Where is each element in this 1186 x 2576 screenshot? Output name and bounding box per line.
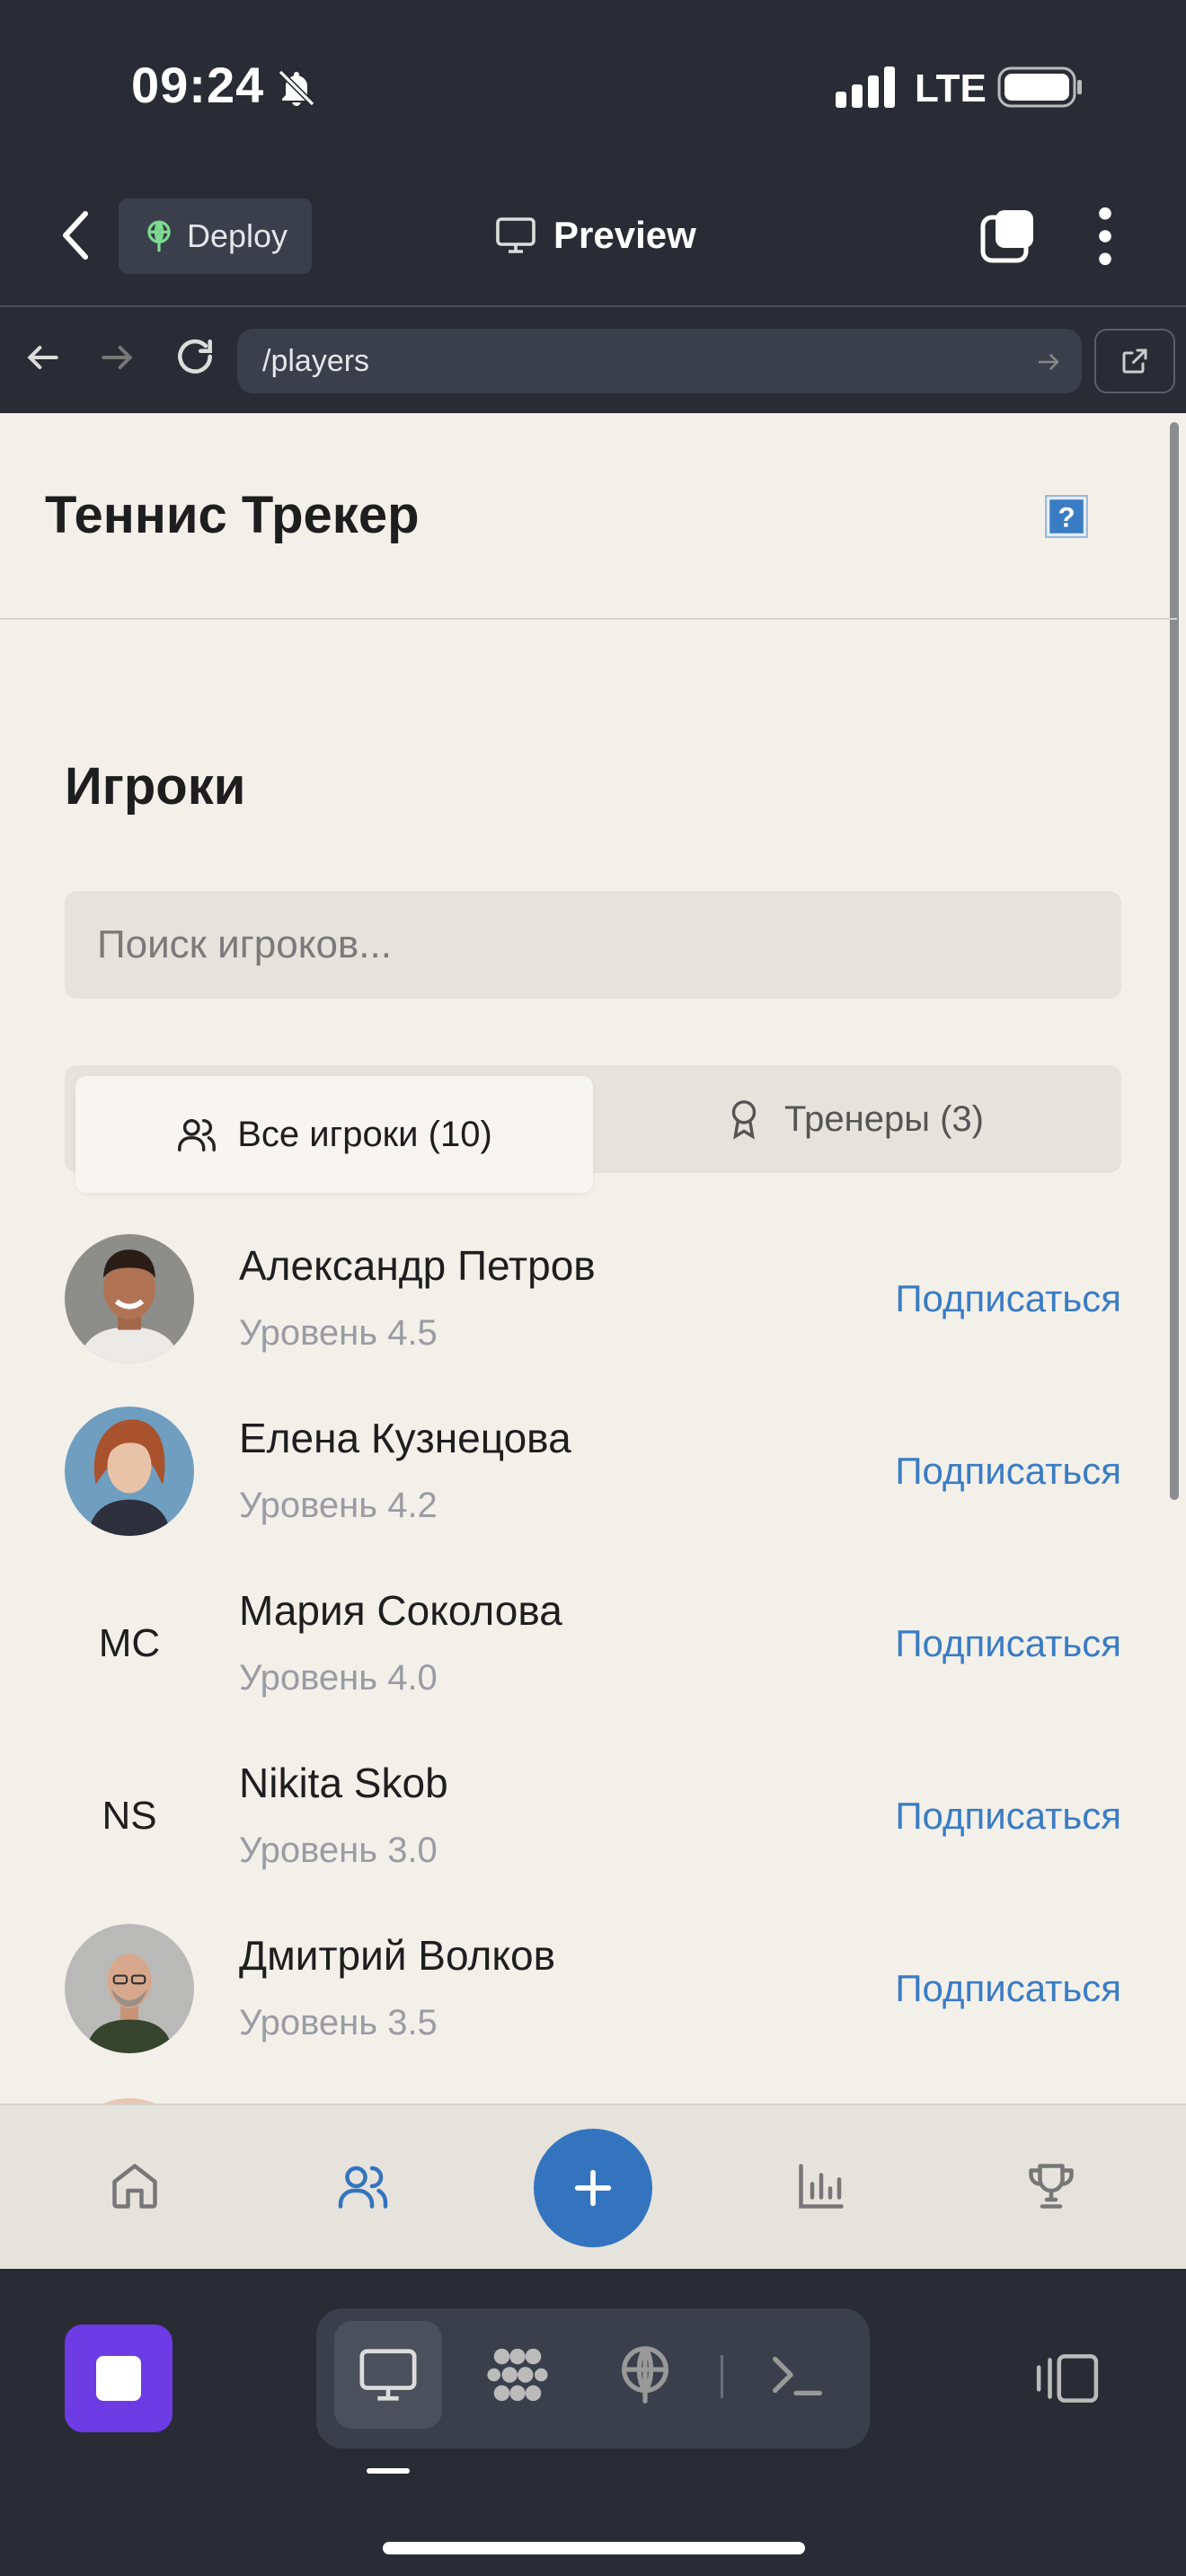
- stop-button[interactable]: [65, 2325, 173, 2432]
- tab-coaches-label: Тренеры (3): [783, 1098, 984, 1139]
- more-vertical-icon[interactable]: [1087, 205, 1123, 268]
- status-bar: 09:24 LTE: [0, 0, 1186, 171]
- subscribe-button[interactable]: Подписаться: [895, 1277, 1121, 1320]
- bell-off-icon: [278, 69, 315, 107]
- subscribe-button[interactable]: Подписаться: [895, 1622, 1121, 1665]
- avatar: [65, 1924, 194, 2053]
- help-icon[interactable]: ?: [1044, 494, 1089, 539]
- chevron-left-icon[interactable]: [54, 208, 99, 262]
- editor-dock: [0, 2269, 1186, 2576]
- app-title: Теннис Трекер: [45, 486, 420, 544]
- subscribe-button[interactable]: Подписаться: [895, 1795, 1121, 1838]
- editor-toolbar: Deploy Preview: [0, 171, 1186, 305]
- player-level: Уровень 4.0: [239, 1658, 438, 1698]
- player-name: Александр Петров: [239, 1242, 596, 1289]
- users-icon[interactable]: [336, 2159, 390, 2213]
- deploy-icon: [622, 2346, 668, 2404]
- preview-label: Preview: [553, 214, 696, 256]
- console-icon: [773, 2356, 822, 2396]
- url-input[interactable]: /players: [237, 329, 1082, 393]
- mode-console-button[interactable]: [742, 2321, 850, 2429]
- home-indicator[interactable]: [383, 2542, 805, 2554]
- app-viewport: Теннис Трекер ? Игроки Все игроки (10) Т…: [0, 413, 1186, 2269]
- avatar: [65, 1234, 194, 1363]
- player-row[interactable]: NS Nikita Skob Уровень 3.0 Подписаться: [65, 1751, 1121, 1886]
- home-icon[interactable]: [108, 2159, 162, 2213]
- player-level: Уровень 4.2: [239, 1486, 438, 1525]
- active-mode-indicator: [367, 2468, 410, 2474]
- player-row[interactable]: МС Мария Соколова Уровень 4.0 Подписатьс…: [65, 1579, 1121, 1714]
- tabs-icon[interactable]: [979, 207, 1037, 264]
- subscribe-button[interactable]: Подписаться: [895, 1967, 1121, 2010]
- search-input[interactable]: [65, 891, 1121, 999]
- status-time: 09:24: [131, 57, 265, 113]
- mode-desktop-button[interactable]: [334, 2321, 442, 2429]
- arrow-right-icon[interactable]: [97, 338, 137, 377]
- ai-agent-icon: [487, 2348, 548, 2402]
- tab-all-players-label: Все игроки (10): [237, 1114, 492, 1154]
- deploy-label: Deploy: [187, 217, 288, 254]
- reload-icon[interactable]: [173, 334, 217, 379]
- panels-icon[interactable]: [1033, 2350, 1100, 2407]
- tab-coaches[interactable]: Тренеры (3): [595, 1076, 1112, 1162]
- add-button[interactable]: [534, 2129, 652, 2247]
- player-name: Мария Соколова: [239, 1587, 562, 1634]
- arrow-left-icon[interactable]: [23, 338, 63, 377]
- deploy-icon: [147, 220, 171, 252]
- bottom-nav: [0, 2104, 1186, 2269]
- plus-icon: [574, 2169, 612, 2207]
- svg-text:?: ?: [1058, 501, 1075, 533]
- player-tabs: Все игроки (10) Тренеры (3): [65, 1065, 1121, 1193]
- app-header: Теннис Трекер ?: [0, 413, 1177, 620]
- player-name: Nikita Skob: [239, 1760, 448, 1806]
- avatar-initials: NS: [102, 1794, 157, 1838]
- player-row[interactable]: Александр Петров Уровень 4.5 Подписаться: [65, 1234, 1121, 1369]
- divider: [721, 2355, 723, 2398]
- desktop-icon: [359, 2349, 417, 2401]
- player-level: Уровень 3.0: [239, 1831, 438, 1870]
- avatar-initials: МС: [98, 1621, 161, 1665]
- tab-all-players[interactable]: Все игроки (10): [75, 1076, 593, 1193]
- player-name: Дмитрий Волков: [239, 1932, 556, 1979]
- signal-icon: [836, 66, 895, 108]
- award-icon: [731, 1100, 757, 1140]
- users-icon: [178, 1118, 217, 1151]
- stop-icon: [96, 2356, 141, 2401]
- battery-icon: [997, 66, 1082, 108]
- trophy-icon[interactable]: [1024, 2159, 1078, 2213]
- external-link-icon: [1122, 348, 1147, 374]
- section-title: Игроки: [65, 757, 246, 816]
- go-arrow-icon[interactable]: [1035, 348, 1062, 375]
- monitor-icon: [496, 217, 535, 253]
- player-row[interactable]: Елена Кузнецова Уровень 4.2 Подписаться: [65, 1407, 1121, 1541]
- browser-bar: /players: [0, 305, 1186, 413]
- network-type: LTE: [915, 66, 987, 110]
- mode-ai-button[interactable]: [464, 2321, 571, 2429]
- open-external-button[interactable]: [1094, 329, 1175, 393]
- player-level: Уровень 4.5: [239, 1313, 438, 1353]
- preview-tab[interactable]: Preview: [494, 214, 696, 257]
- bar-chart-icon[interactable]: [794, 2159, 848, 2213]
- player-name: Елена Кузнецова: [239, 1415, 571, 1461]
- mode-deploy-button[interactable]: [591, 2321, 699, 2429]
- url-text: /players: [262, 343, 370, 378]
- mode-switcher: [316, 2308, 870, 2448]
- player-level: Уровень 3.5: [239, 2003, 438, 2042]
- player-row[interactable]: Дмитрий Волков Уровень 3.5 Подписаться: [65, 1924, 1121, 2059]
- deploy-button[interactable]: Deploy: [119, 198, 312, 274]
- avatar: [65, 1407, 194, 1536]
- subscribe-button[interactable]: Подписаться: [895, 1450, 1121, 1493]
